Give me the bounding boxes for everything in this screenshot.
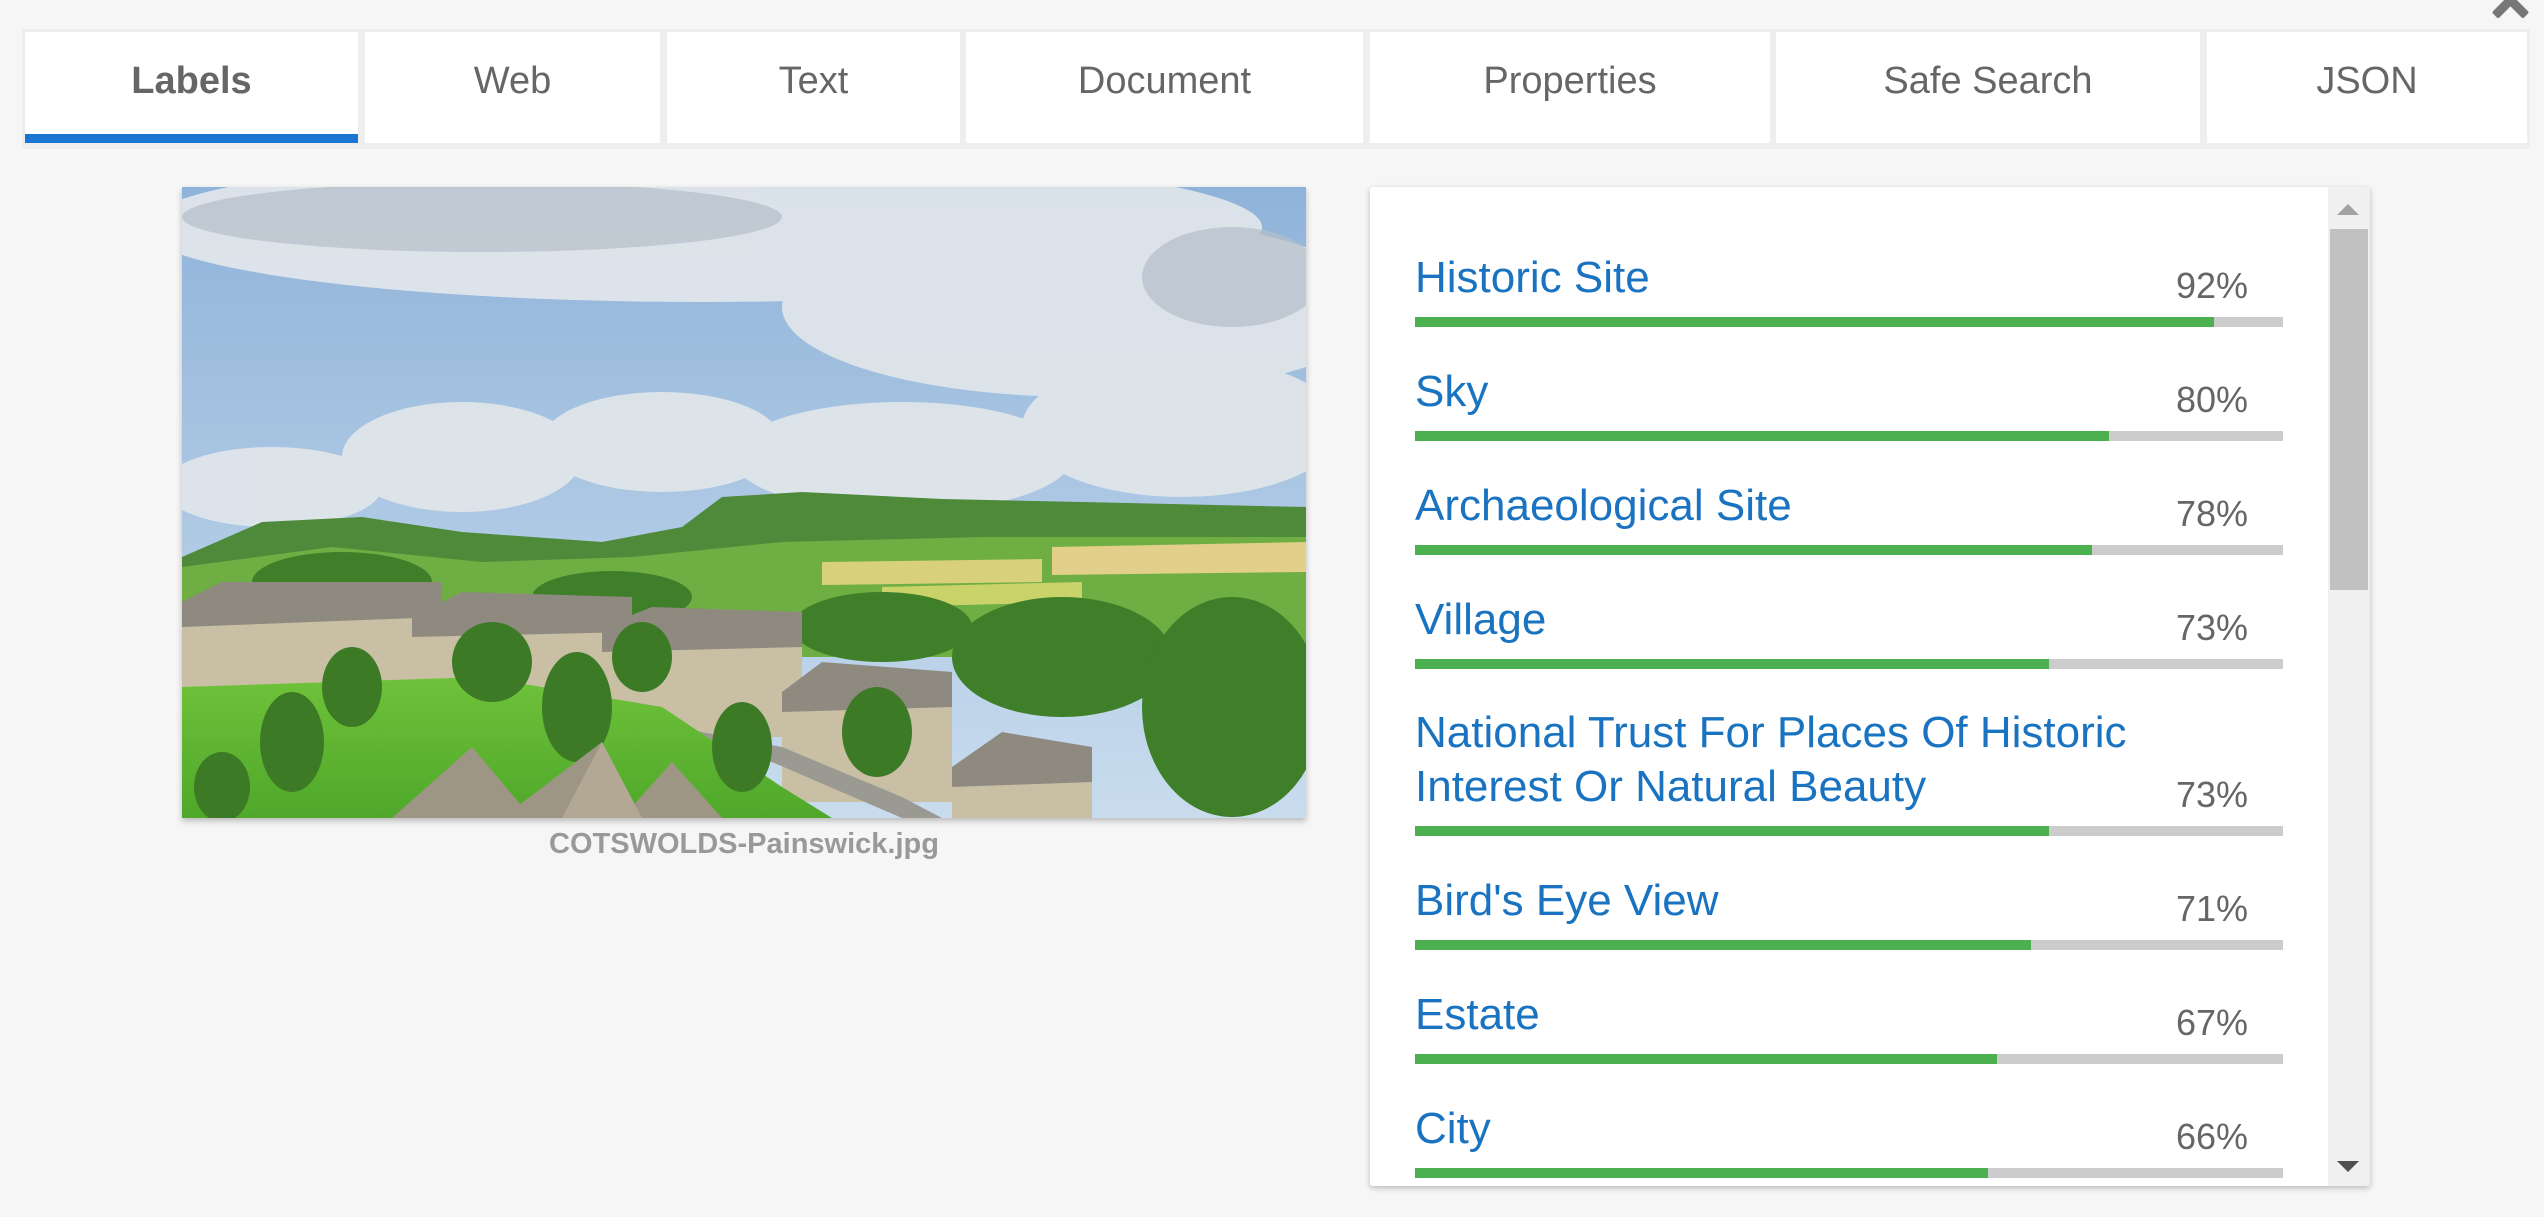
label-score: 80% — [2175, 379, 2248, 420]
label-name[interactable]: Estate — [1415, 988, 2135, 1042]
tab-document[interactable]: Document — [966, 32, 1363, 143]
label-row: Historic Site 92% — [1415, 207, 2283, 327]
tab-label: Properties — [1483, 60, 1657, 102]
close-icon[interactable] — [2488, 0, 2532, 22]
tab-label: Safe Search — [1883, 60, 2093, 102]
tab-json[interactable]: JSON — [2207, 32, 2527, 143]
label-row: Sky 80% — [1415, 321, 2283, 441]
label-name[interactable]: Archaeological Site — [1415, 479, 2135, 533]
label-row: City 66% — [1415, 1058, 2283, 1178]
label-score: 67% — [2175, 1002, 2248, 1043]
tab-label: JSON — [2316, 60, 2418, 102]
tab-label: Text — [778, 60, 849, 102]
label-row: Estate 67% — [1415, 944, 2283, 1064]
landscape-photo — [182, 187, 1306, 818]
label-score: 92% — [2175, 265, 2248, 306]
label-score: 78% — [2175, 493, 2248, 534]
label-name[interactable]: Historic Site — [1415, 251, 2135, 305]
score-bar-track — [1415, 1168, 2283, 1178]
scrollbar[interactable] — [2328, 187, 2370, 1186]
tab-label: Document — [1077, 60, 1252, 102]
tab-labels[interactable]: Labels — [25, 32, 358, 143]
tab-safe-search[interactable]: Safe Search — [1776, 32, 2200, 143]
scroll-down-arrow-icon[interactable] — [2337, 1161, 2359, 1172]
label-name[interactable]: Sky — [1415, 365, 2135, 419]
score-bar-track — [1415, 659, 2283, 669]
label-row: National Trust For Places Of Historic In… — [1415, 708, 2283, 836]
image-filename: COTSWOLDS-Painswick.jpg — [549, 828, 939, 860]
label-name[interactable]: Bird's Eye View — [1415, 874, 2135, 928]
tab-properties[interactable]: Properties — [1370, 32, 1770, 143]
label-row: Bird's Eye View 71% — [1415, 830, 2283, 950]
scrollbar-thumb[interactable] — [2330, 229, 2368, 590]
analyzed-image — [182, 187, 1306, 818]
labels-panel: Historic Site 92% Sky 80% Archaeological Sit… — [1370, 187, 2370, 1186]
label-name[interactable]: City — [1415, 1102, 2135, 1156]
tab-label: Web — [473, 60, 552, 102]
label-row: Archaeological Site 78% — [1415, 435, 2283, 555]
tab-text[interactable]: Text — [667, 32, 960, 143]
label-name[interactable]: National Trust For Places Of Historic In… — [1415, 706, 2135, 814]
label-name[interactable]: Village — [1415, 593, 2135, 647]
label-row: Village 73% — [1415, 549, 2283, 669]
tab-label: Labels — [131, 60, 252, 102]
score-bar-fill — [1415, 1168, 1988, 1178]
label-score: 71% — [2175, 888, 2248, 929]
scroll-up-arrow-icon[interactable] — [2337, 204, 2359, 215]
tab-bar: Labels Web Text Document Properties Safe… — [22, 29, 2530, 149]
label-score: 66% — [2175, 1116, 2248, 1157]
tab-web[interactable]: Web — [365, 32, 660, 143]
score-bar-fill — [1415, 659, 2049, 669]
label-score: 73% — [2175, 607, 2248, 648]
label-score: 73% — [2175, 774, 2248, 815]
